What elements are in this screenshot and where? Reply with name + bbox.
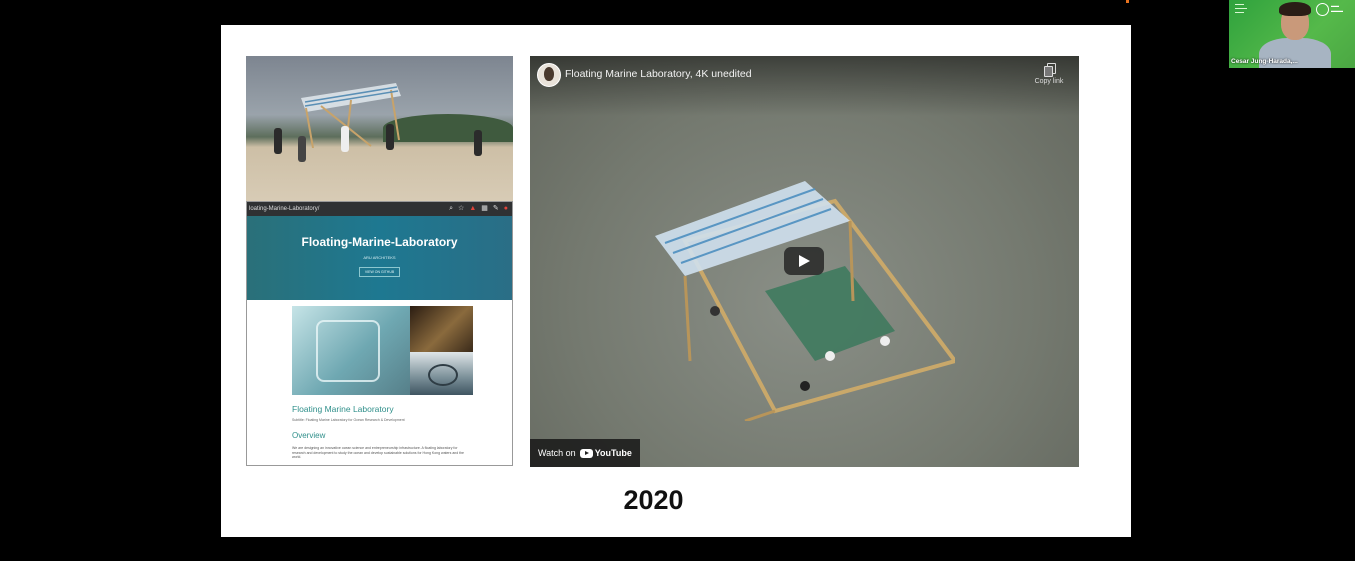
participant-name: Cesar Jung-Harada,... [1231,58,1298,65]
browser-address-bar: loating-Marine-Laboratory/ ⌕ ☆ ▲ ▦ ✎ ● [247,202,512,216]
watch-on-youtube-button[interactable]: Watch on YouTube [530,439,640,467]
participant-video-tile[interactable]: ▬▬▬ ▬▬▬▬ ▬▬▬ ▬▬ ▬▬▬ Cesar Jung-Harada,... [1229,0,1355,68]
page-subtitle: Subtitle: Floating Marine Laboratory for… [292,418,405,422]
site-hero: Floating-Marine-Laboratory ARU ARCHITEKS… [247,216,512,300]
logo-icon [1316,3,1329,16]
extension-icon: ▲ [469,205,477,212]
profile-icon: ● [503,205,508,212]
copy-link-button[interactable]: Copy link [1029,63,1069,85]
view-on-github-button: VIEW ON GITHUB [358,267,401,277]
overview-heading: Overview [292,431,326,440]
site-subtitle: ARU ARCHITEKS [363,255,396,260]
youtube-icon [579,448,593,458]
star-icon: ☆ [458,205,465,212]
browser-url: loating-Marine-Laboratory/ [249,206,320,212]
search-icon: ⌕ [449,205,454,212]
presentation-slide: loating-Marine-Laboratory/ ⌕ ☆ ▲ ▦ ✎ ● F… [221,25,1131,537]
background-text-graphic: ▬▬▬ ▬▬▬▬ ▬▬▬ [1235,2,1247,14]
pen-icon: ✎ [492,205,499,212]
youtube-embed[interactable]: Floating Marine Laboratory, 4K unedited … [530,56,1079,467]
page-title: Floating Marine Laboratory [292,404,394,414]
copy-icon [1043,63,1056,77]
site-title: Floating-Marine-Laboratory [301,235,458,249]
beach-photo [246,56,513,203]
watch-on-label: Watch on [538,448,576,458]
mouse-cursor-icon [922,486,927,493]
photo-gallery [292,306,473,395]
logo-graphic: ▬▬ ▬▬▬ [1331,3,1343,13]
youtube-wordmark: YouTube [594,448,632,458]
raft-graphic [655,181,955,421]
website-screenshot: loating-Marine-Laboratory/ ⌕ ☆ ▲ ▦ ✎ ● F… [246,201,513,466]
channel-avatar[interactable] [537,63,561,87]
gallery-image-hands [410,306,473,352]
video-title[interactable]: Floating Marine Laboratory, 4K unedited [565,68,752,80]
menu-icon: ▦ [481,205,488,212]
gallery-image-tank [410,352,473,395]
indicator-dot [1126,0,1129,3]
overview-text: We are designing an innovative ocean sci… [292,446,465,459]
play-button[interactable] [784,247,824,275]
gallery-image-lab [292,306,410,395]
copy-link-label: Copy link [1034,78,1064,85]
slide-year-caption: 2020 [623,485,684,515]
youtube-logo: YouTube [579,448,632,458]
